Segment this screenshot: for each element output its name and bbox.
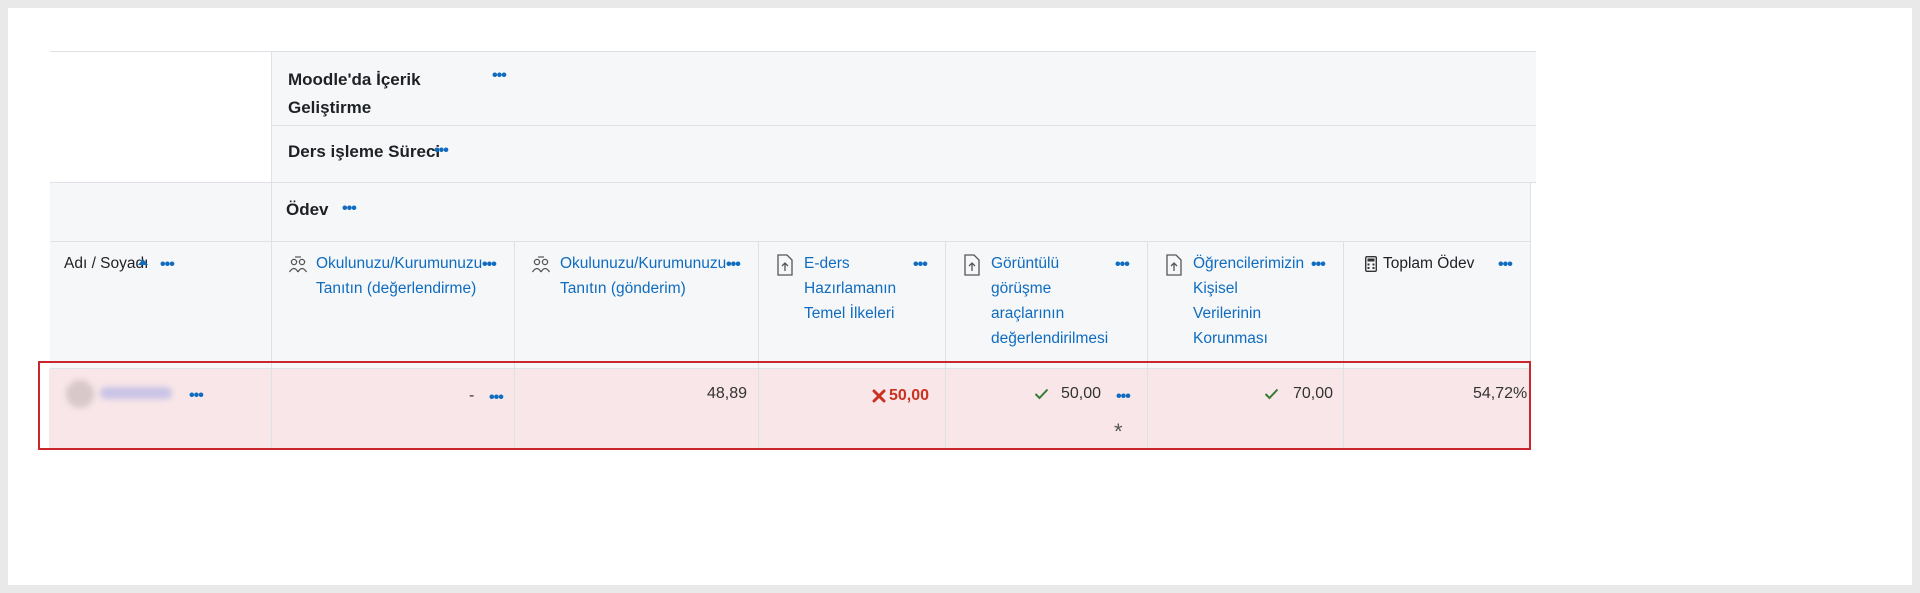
column-header-item-1[interactable]: Okulunuzu/Kurumunuzu Tanıtın (değerlendi… [316, 251, 482, 301]
column-1-menu-button[interactable]: ••• [482, 257, 497, 273]
group-menu-button[interactable]: ••• [342, 201, 357, 217]
column-2-menu-button[interactable]: ••• [726, 257, 741, 273]
category-title-sub: Ders işleme Süreci [288, 142, 441, 161]
workshop-icon [531, 256, 551, 273]
group-title: Ödev [286, 200, 329, 219]
column-header-total[interactable]: Toplam Ödev [1383, 251, 1474, 276]
row-highlight-border [38, 361, 1531, 450]
column-4-menu-button[interactable]: ••• [1115, 257, 1130, 273]
sort-ascending-icon[interactable] [138, 258, 148, 265]
assignment-upload-icon [1166, 254, 1182, 276]
column-header-item-5[interactable]: Öğrencilerimizin Kişisel Verilerinin Kor… [1193, 251, 1313, 351]
group-row-left [50, 183, 271, 241]
name-column-menu-button[interactable]: ••• [160, 257, 175, 273]
category-sub-menu-button[interactable]: ••• [434, 143, 449, 159]
column-header-name[interactable]: Adı / Soyadı [64, 251, 148, 276]
group-row [271, 183, 1531, 241]
column-header-item-4[interactable]: Görüntülü görüşme araçlarının değerlendi… [991, 251, 1111, 351]
category-title-top: Moodle'da İçerik Geliştirme [288, 70, 421, 117]
total-column-menu-button[interactable]: ••• [1498, 257, 1513, 273]
column-header-item-2[interactable]: Okulunuzu/Kurumunuzu Tanıtın (gönderim) [560, 251, 726, 301]
category-top-menu-button[interactable]: ••• [492, 68, 507, 84]
assignment-upload-icon [777, 254, 793, 276]
column-header-item-3[interactable]: E-ders Hazırlamanın Temel İlkeleri [804, 251, 914, 326]
category-header-sub [271, 126, 1536, 182]
calculator-icon [1365, 256, 1377, 272]
workshop-icon [288, 256, 308, 273]
column-5-menu-button[interactable]: ••• [1311, 257, 1326, 273]
gradebook-frame: Moodle'da İçerik Geliştirme ••• Ders işl… [8, 8, 1912, 585]
assignment-upload-icon [964, 254, 980, 276]
column-3-menu-button[interactable]: ••• [913, 257, 928, 273]
